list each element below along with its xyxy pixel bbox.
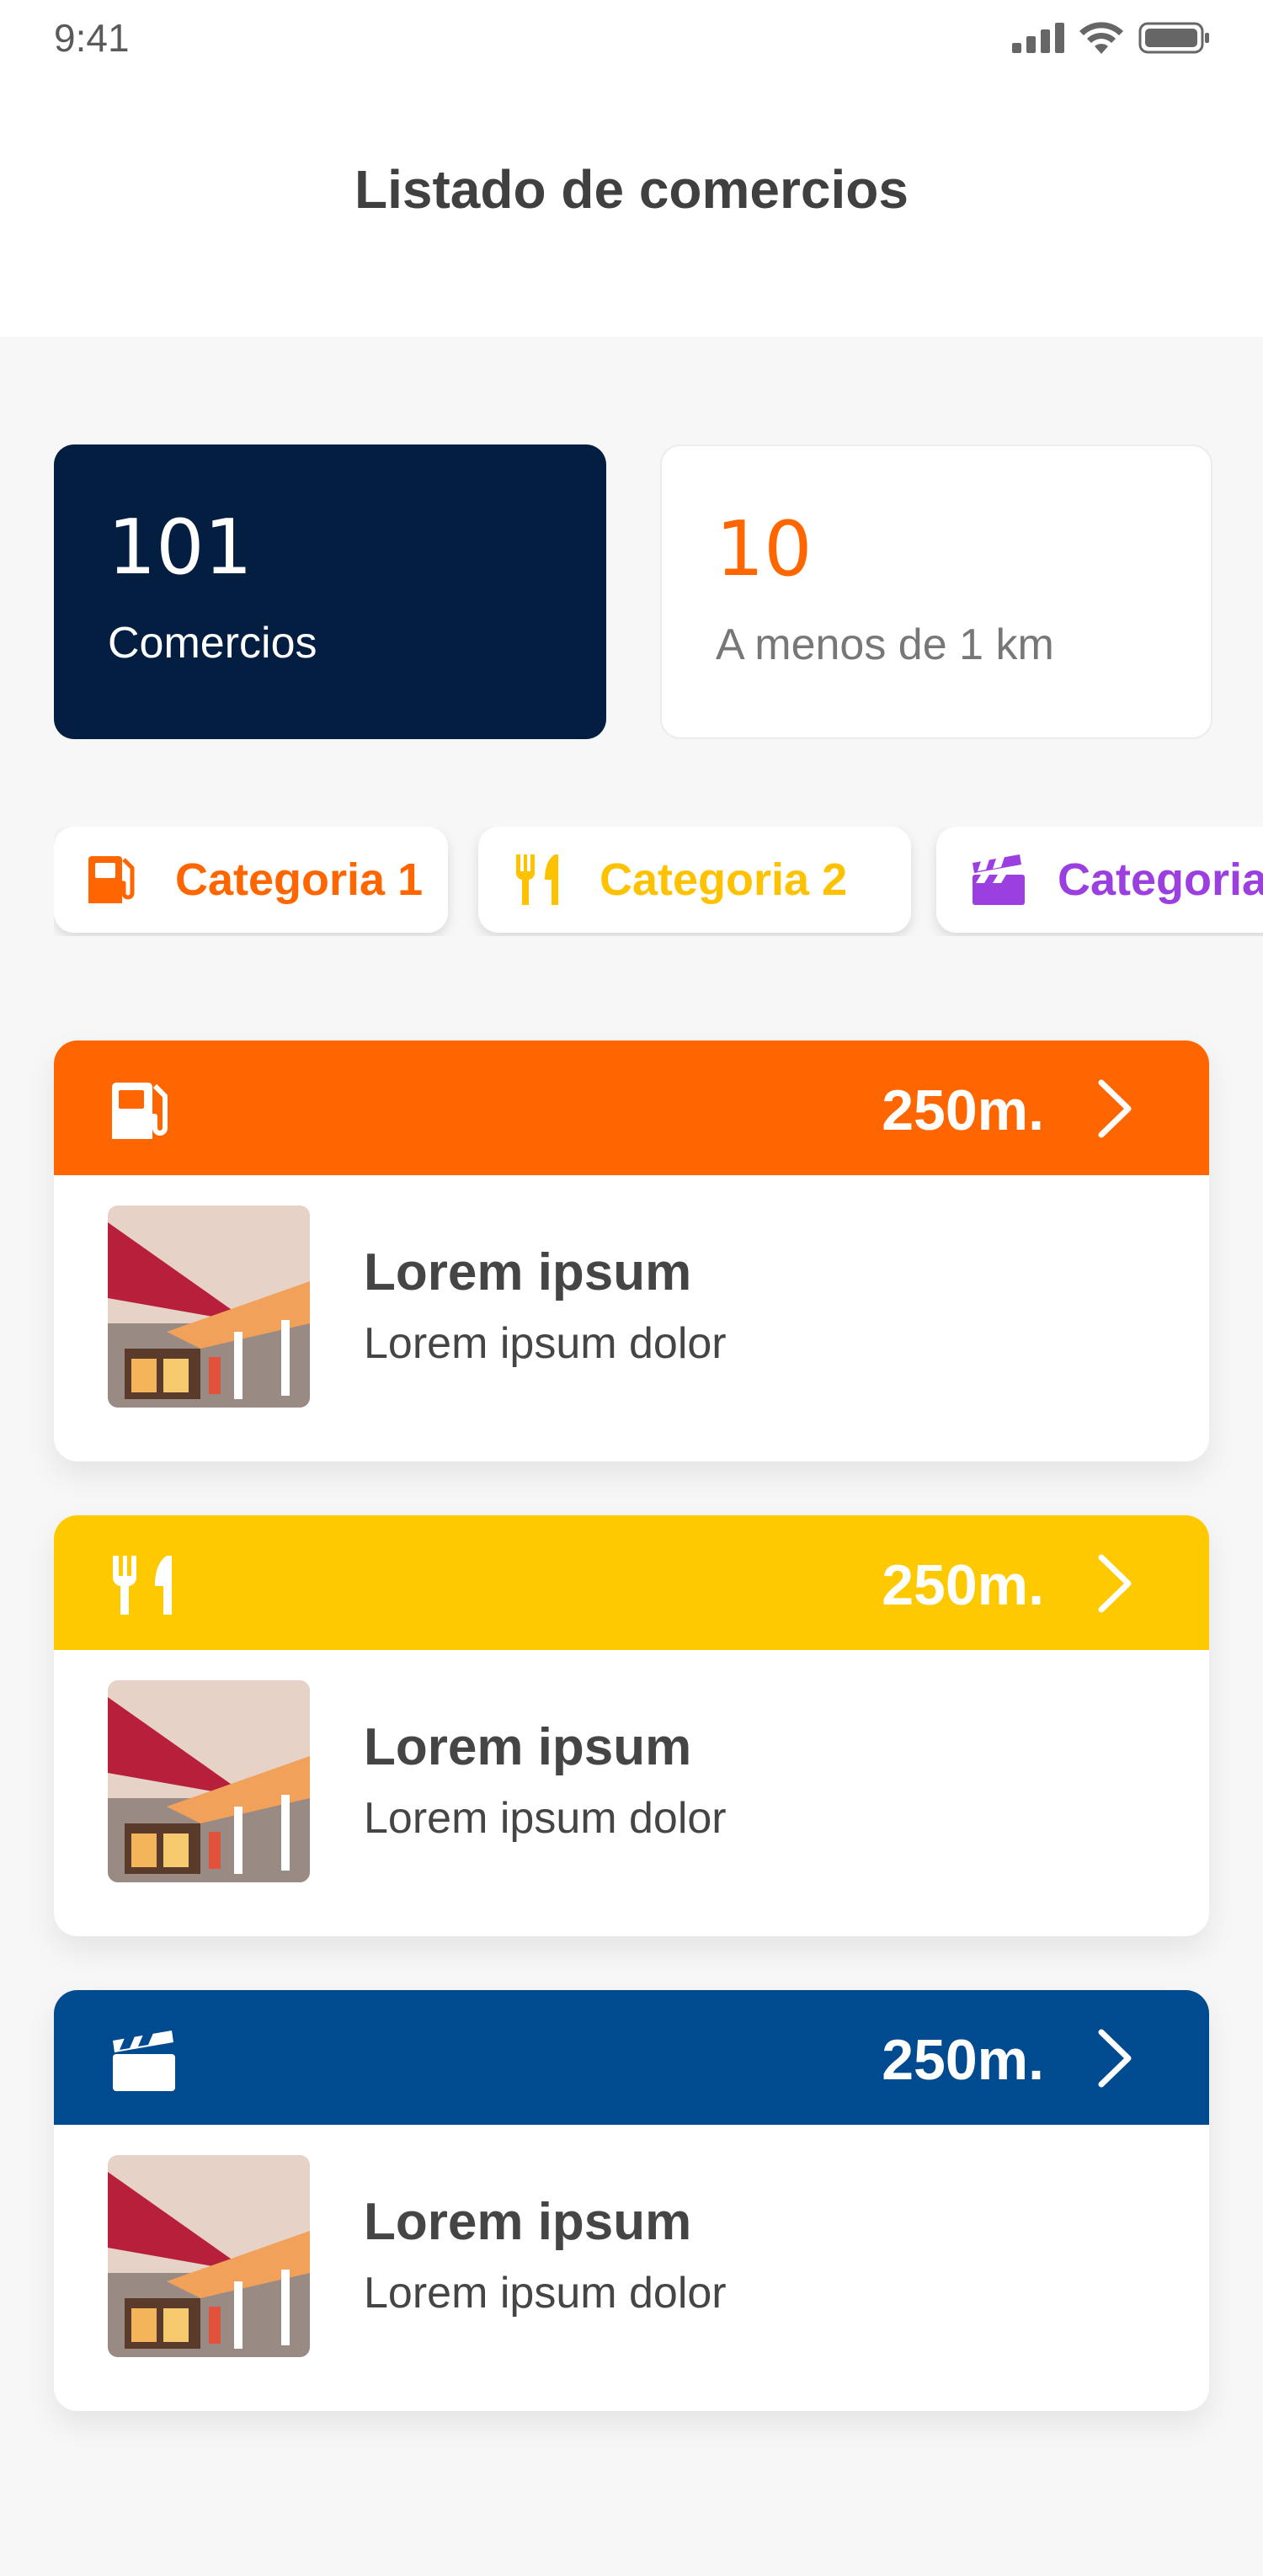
fuel-pump-icon [112, 1083, 168, 1139]
stat-nearby-value: 10 [716, 505, 813, 593]
stat-card-nearby[interactable]: 10 A menos de 1 km [660, 444, 1212, 739]
chevron-right-icon[interactable] [1096, 1078, 1133, 1140]
fuel-pump-icon [86, 850, 145, 909]
clapperboard-icon [113, 2030, 175, 2091]
signal-icon [1012, 23, 1064, 53]
wifi-icon [1079, 22, 1123, 54]
merchant-card-3[interactable]: 250m. Lorem ipsum Lorem ipsum dolor [54, 1990, 1209, 2411]
merchant-thumbnail [108, 1206, 310, 1408]
merchant-distance: 250m. [882, 1553, 1044, 1617]
merchant-thumbnail [108, 1680, 310, 1882]
stat-card-total[interactable]: 101 Comercios [54, 444, 606, 739]
merchant-card-header: 250m. [54, 1041, 1209, 1175]
category-chip-2[interactable]: Categoria 2 [478, 827, 911, 933]
merchant-distance: 250m. [882, 1078, 1044, 1142]
merchant-thumbnail [108, 2155, 310, 2357]
stat-total-value: 101 [108, 503, 253, 592]
status-time: 9:41 [54, 16, 130, 60]
merchant-distance: 250m. [882, 2028, 1044, 2092]
category-chip-label: Categoria 2 [600, 854, 848, 905]
status-bar: 9:41 [0, 0, 1263, 81]
header: Listado de comercios [0, 81, 1263, 337]
battery-icon [1138, 22, 1209, 54]
chevron-right-icon[interactable] [1096, 1552, 1133, 1615]
merchant-card-1[interactable]: 250m. Lorem ipsum Lorem ipsum dolor [54, 1041, 1209, 1461]
merchant-subtitle: Lorem ipsum dolor [364, 1794, 727, 1843]
category-chip-1[interactable]: Categoria 1 [54, 827, 448, 933]
merchant-card-header: 250m. [54, 1990, 1209, 2125]
chevron-right-icon[interactable] [1096, 2027, 1133, 2089]
merchant-subtitle: Lorem ipsum dolor [364, 2269, 727, 2318]
merchant-title: Lorem ipsum [364, 2193, 692, 2251]
merchant-title: Lorem ipsum [364, 1718, 692, 1776]
page-title: Listado de comercios [354, 159, 909, 220]
category-chip-label: Categoria [1058, 854, 1263, 905]
merchant-title: Lorem ipsum [364, 1243, 692, 1301]
merchant-subtitle: Lorem ipsum dolor [364, 1319, 727, 1368]
fork-knife-icon [112, 1556, 172, 1615]
merchant-card-2[interactable]: 250m. Lorem ipsum Lorem ipsum dolor [54, 1515, 1209, 1936]
category-chip-3[interactable]: Categoria [936, 827, 1263, 933]
clapperboard-icon [968, 850, 1027, 909]
stat-nearby-label: A menos de 1 km [716, 620, 1054, 669]
stat-total-label: Comercios [108, 619, 317, 668]
status-icons [1012, 22, 1211, 54]
category-chip-label: Categoria 1 [175, 854, 424, 905]
fork-knife-icon [510, 850, 569, 909]
merchant-card-header: 250m. [54, 1515, 1209, 1650]
category-chips[interactable]: Categoria 1 Categoria 2 Categoria [54, 827, 1263, 936]
